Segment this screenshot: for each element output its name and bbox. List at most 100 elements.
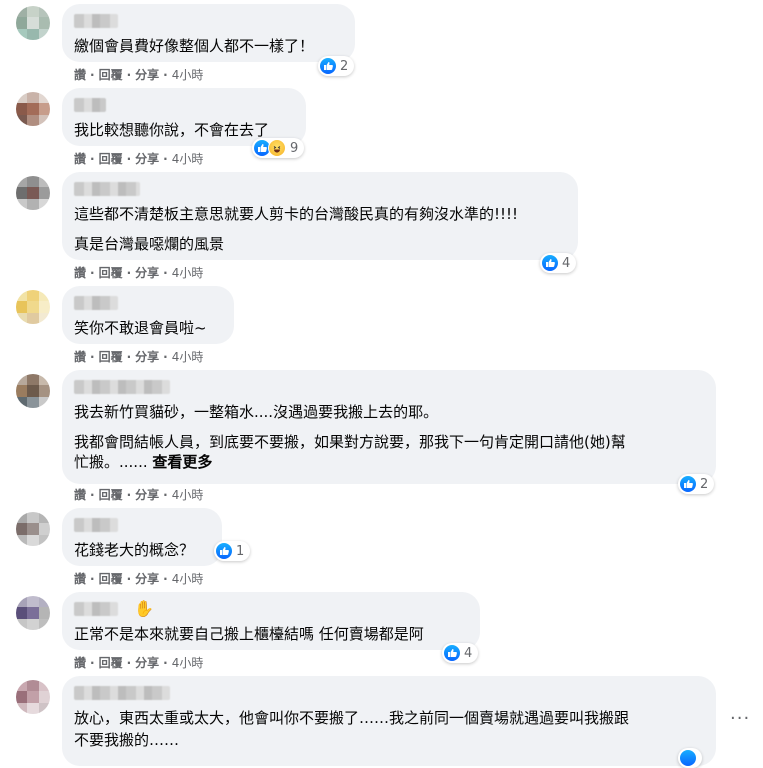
separator: ·	[163, 265, 168, 280]
avatar[interactable]	[16, 92, 50, 126]
avatar[interactable]	[16, 680, 50, 714]
comment-bubble: 我去新竹買貓砂，一整箱水....沒遇過要我搬上去的耶。 我都會問結帳人員，到底要…	[62, 370, 716, 484]
timestamp-link[interactable]: 4小時	[172, 348, 204, 365]
more-options-icon[interactable]: ···	[730, 708, 750, 729]
comment-bubble: 繳個會員費好像整個人都不一樣了！	[62, 4, 355, 62]
share-link[interactable]: 分享	[135, 348, 159, 365]
avatar[interactable]	[16, 176, 50, 210]
reaction-summary[interactable]: 1	[214, 541, 251, 561]
reply-link[interactable]: 回覆	[99, 150, 123, 167]
separator: ·	[90, 265, 95, 280]
comment-text: 這些都不清楚板主意思就要人剪卡的台灣酸民真的有夠沒水準的!!!!	[74, 205, 519, 223]
comment-bubble: 這些都不清楚板主意思就要人剪卡的台灣酸民真的有夠沒水準的!!!! 真是台灣最噁爛…	[62, 172, 578, 260]
share-link[interactable]: 分享	[135, 66, 159, 83]
author-row: ✋	[74, 598, 468, 624]
comment-text: 放心，東西太重或太大，他會叫你不要搬了……我之前同一個賣場就遇過要叫我搬跟	[74, 709, 630, 727]
separator: ·	[126, 265, 132, 280]
comment-text: 笑你不敢退會員啦~	[74, 319, 207, 337]
avatar[interactable]	[16, 374, 50, 408]
reaction-summary[interactable]: 2	[678, 474, 715, 494]
separator: ·	[126, 67, 132, 82]
avatar[interactable]	[16, 596, 50, 630]
like-reaction-icon	[444, 645, 460, 661]
share-link[interactable]: 分享	[135, 654, 159, 671]
comment-actions: 讚 · 回覆 · 分享 · 4小時	[74, 150, 203, 167]
share-link[interactable]: 分享	[135, 570, 159, 587]
reaction-count: 2	[340, 58, 349, 74]
comment-text: 繳個會員費好像整個人都不一樣了！	[74, 37, 315, 55]
separator: ·	[163, 571, 168, 586]
separator: ·	[126, 349, 132, 364]
comment-bubble: 放心，東西太重或太大，他會叫你不要搬了……我之前同一個賣場就遇過要叫我搬跟 不要…	[62, 676, 716, 766]
reaction-count: 9	[290, 140, 299, 156]
author-name[interactable]	[74, 14, 118, 28]
author-name[interactable]	[74, 296, 118, 310]
separator: ·	[90, 571, 95, 586]
author-name[interactable]	[74, 518, 118, 532]
like-reaction-icon	[320, 58, 336, 74]
timestamp-link[interactable]: 4小時	[172, 486, 204, 503]
separator: ·	[90, 349, 95, 364]
author-name[interactable]	[74, 602, 118, 616]
comment-text: 真是台灣最噁爛的風景	[74, 235, 225, 253]
timestamp-link[interactable]: 4小時	[172, 150, 204, 167]
reply-link[interactable]: 回覆	[99, 654, 123, 671]
comment-bubble: ✋ 正常不是本來就要自己搬上櫃檯結嗎 任何賣場都是阿	[62, 592, 480, 650]
separator: ·	[163, 67, 168, 82]
like-link[interactable]: 讚	[74, 570, 86, 587]
comment-text: 正常不是本來就要自己搬上櫃檯結嗎 任何賣場都是阿	[74, 625, 424, 643]
reaction-count: 1	[236, 543, 245, 559]
separator: ·	[126, 655, 132, 670]
comment-actions: 讚 · 回覆 · 分享 · 4小時	[74, 486, 203, 503]
reaction-summary[interactable]: 4	[540, 253, 577, 273]
author-name[interactable]	[74, 380, 170, 394]
timestamp-link[interactable]: 4小時	[172, 570, 204, 587]
comment-bubble: 花錢老大的概念？	[62, 508, 222, 566]
separator: ·	[163, 487, 168, 502]
reply-link[interactable]: 回覆	[99, 348, 123, 365]
separator: ·	[90, 67, 95, 82]
comment-text: 忙搬。...... 查看更多	[74, 452, 704, 472]
reaction-count: 2	[700, 476, 709, 492]
like-link[interactable]: 讚	[74, 150, 86, 167]
separator: ·	[163, 655, 168, 670]
reply-link[interactable]: 回覆	[99, 486, 123, 503]
reply-link[interactable]: 回覆	[99, 264, 123, 281]
avatar[interactable]	[16, 512, 50, 546]
comment-text: 花錢老大的概念？	[74, 541, 195, 559]
author-name[interactable]	[74, 98, 106, 112]
avatar[interactable]	[16, 290, 50, 324]
like-link[interactable]: 讚	[74, 264, 86, 281]
comment-text: 不要我搬的……	[74, 731, 180, 749]
share-link[interactable]: 分享	[135, 264, 159, 281]
like-reaction-icon	[542, 255, 558, 271]
separator: ·	[90, 151, 95, 166]
like-reaction-icon	[680, 750, 696, 766]
share-link[interactable]: 分享	[135, 150, 159, 167]
reaction-summary[interactable]	[678, 748, 702, 768]
comment-text: 我比較想聽你說，不會在去了	[74, 121, 270, 139]
author-name[interactable]	[74, 182, 140, 196]
like-link[interactable]: 讚	[74, 348, 86, 365]
timestamp-link[interactable]: 4小時	[172, 264, 204, 281]
share-link[interactable]: 分享	[135, 486, 159, 503]
timestamp-link[interactable]: 4小時	[172, 654, 204, 671]
separator: ·	[126, 151, 132, 166]
reaction-summary[interactable]: 2	[318, 56, 355, 76]
reply-link[interactable]: 回覆	[99, 570, 123, 587]
like-link[interactable]: 讚	[74, 654, 86, 671]
comment-actions: 讚 · 回覆 · 分享 · 4小時	[74, 570, 203, 587]
reaction-summary[interactable]: 4	[442, 643, 479, 663]
like-link[interactable]: 讚	[74, 66, 86, 83]
reply-link[interactable]: 回覆	[99, 66, 123, 83]
like-link[interactable]: 讚	[74, 486, 86, 503]
like-reaction-icon	[216, 543, 232, 559]
avatar[interactable]	[16, 6, 50, 40]
reaction-summary[interactable]: 9	[252, 138, 305, 158]
comment-bubble: 笑你不敢退會員啦~	[62, 286, 234, 344]
timestamp-link[interactable]: 4小時	[172, 66, 204, 83]
separator: ·	[163, 151, 168, 166]
see-more-link[interactable]: 查看更多	[152, 453, 212, 471]
author-name[interactable]	[74, 686, 170, 700]
comment-text: 我都會問結帳人員，到底要不要搬，如果對方說要，那我下一句肯定開口請他(她)幫	[74, 433, 626, 451]
